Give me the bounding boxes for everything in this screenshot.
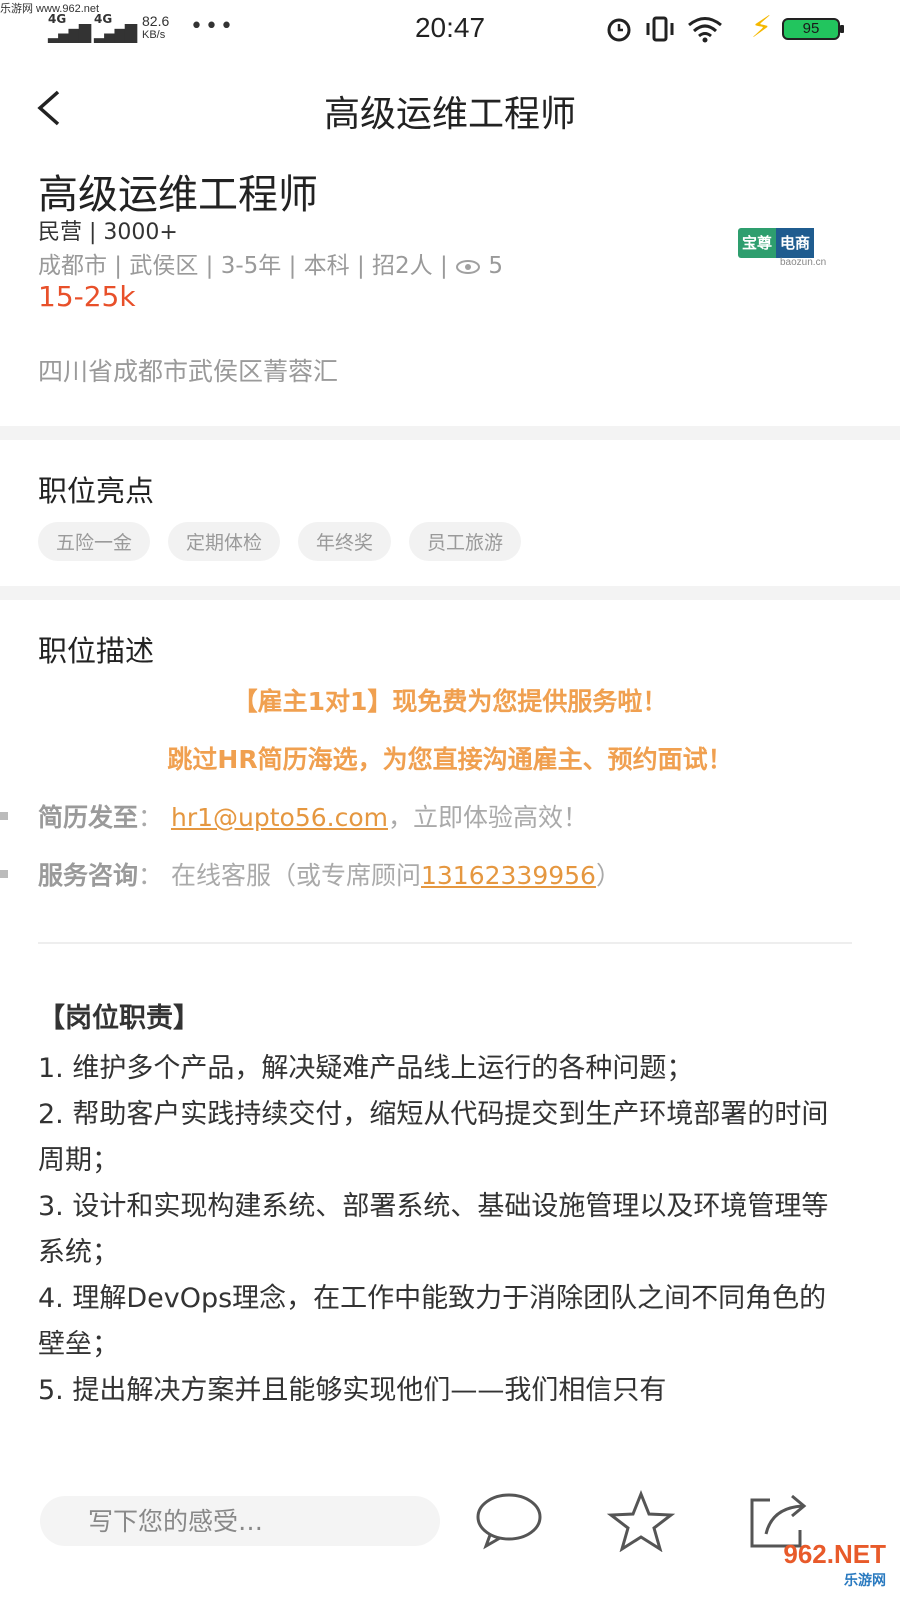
company-info: 民营 | 3000+ — [38, 220, 178, 245]
alarm-icon — [607, 18, 631, 42]
resume-email-link[interactable]: hr1@upto56.com — [171, 803, 388, 832]
consult-label: 服务咨询 — [38, 861, 139, 890]
duty-item: 3. 设计和实现构建系统、部署系统、基础设施管理以及环境管理等系统； — [38, 1191, 829, 1268]
watermark-sub: 乐游网 — [844, 1572, 886, 1588]
salary: 15-25k — [38, 280, 136, 313]
status-bar: 4G ▂▄▆█ 4G ▂▄▆█ 82.6 KB/s ••• 20:47 ⚡ 95 — [0, 0, 900, 60]
bottom-bar — [0, 1476, 900, 1600]
description-title: 职位描述 — [38, 634, 155, 668]
side-mark — [0, 812, 8, 820]
job-meta-text: 成都市 | 武侯区 | 3-5年 | 本科 | 招2人 | — [38, 253, 456, 279]
logo-sub: baozun.cn — [780, 257, 827, 268]
job-title: 高级运维工程师 — [38, 172, 318, 218]
charging-bolt-icon: ⚡ — [750, 10, 772, 45]
section-divider — [0, 586, 900, 600]
job-address[interactable]: 四川省成都市武侯区菁蓉汇 — [38, 352, 338, 388]
divider-line — [38, 942, 852, 944]
tag-item: 五险一金 — [38, 522, 151, 561]
logo-left: 宝尊 — [738, 228, 777, 258]
duties-title: 【岗位职责】 — [38, 1003, 200, 1034]
watermark-main: 962.NET — [783, 1539, 886, 1569]
duty-item: 1. 维护多个产品，解决疑难产品线上运行的各种问题； — [38, 1053, 694, 1084]
nav-bar: 高级运维工程师 — [0, 60, 900, 150]
resume-label: 简历发至 — [38, 803, 139, 832]
duties-list: 1. 维护多个产品，解决疑难产品线上运行的各种问题； 2. 帮助客户实践持续交付… — [38, 1046, 850, 1414]
company-logo[interactable]: 宝尊 电商 — [738, 228, 830, 258]
promo-line-1: 【雇主1对1】现免费为您提供服务啦！ — [232, 687, 668, 716]
tag-item: 定期体检 — [168, 522, 281, 561]
section-divider — [0, 426, 900, 440]
consult-row: 服务咨询： 在线客服（或专席顾问13162339956） — [38, 856, 621, 892]
resume-suffix: ，立即体验高效！ — [387, 803, 588, 832]
tag-item: 员工旅游 — [409, 522, 522, 561]
consult-end: ） — [595, 861, 621, 890]
watermark-bottom-right: 962.NET 乐游网 — [783, 1539, 886, 1590]
promo-line-2: 跳过HR简历海选，为您直接沟通雇主、预约面试！ — [167, 745, 733, 774]
comment-icon[interactable] — [474, 1490, 544, 1550]
eye-icon — [456, 259, 481, 274]
job-meta: 成都市 | 武侯区 | 3-5年 | 本科 | 招2人 | 5 — [38, 246, 503, 280]
logo-right: 电商 — [776, 228, 815, 258]
star-icon[interactable] — [606, 1490, 676, 1552]
resume-row: 简历发至： hr1@upto56.com，立即体验高效！ — [38, 798, 588, 834]
duty-item: 4. 理解DevOps理念，在工作中能致力于消除团队之间不同角色的壁垒； — [38, 1283, 827, 1360]
consult-text: 在线客服（或专席顾问 — [170, 861, 421, 890]
consult-phone-link[interactable]: 13162339956 — [421, 861, 596, 890]
resume-colon: ： — [138, 803, 164, 832]
view-count: 5 — [488, 253, 504, 279]
comment-input[interactable] — [40, 1496, 440, 1546]
battery-icon: 95 — [782, 18, 844, 40]
side-mark — [0, 870, 8, 878]
consult-colon: ： — [138, 861, 164, 890]
wifi-icon — [688, 17, 722, 43]
duty-item: 5. 提出解决方案并且能够实现他们——我们相信只有 — [38, 1375, 667, 1406]
tag-item: 年终奖 — [298, 522, 392, 561]
highlight-tags: 五险一金 定期体检 年终奖 员工旅游 — [38, 522, 522, 561]
page-title: 高级运维工程师 — [323, 94, 576, 135]
duty-item: 2. 帮助客户实践持续交付，缩短从代码提交到生产环境部署的时间周期； — [38, 1099, 829, 1176]
vibrate-icon — [646, 16, 674, 42]
highlights-title: 职位亮点 — [38, 474, 155, 508]
